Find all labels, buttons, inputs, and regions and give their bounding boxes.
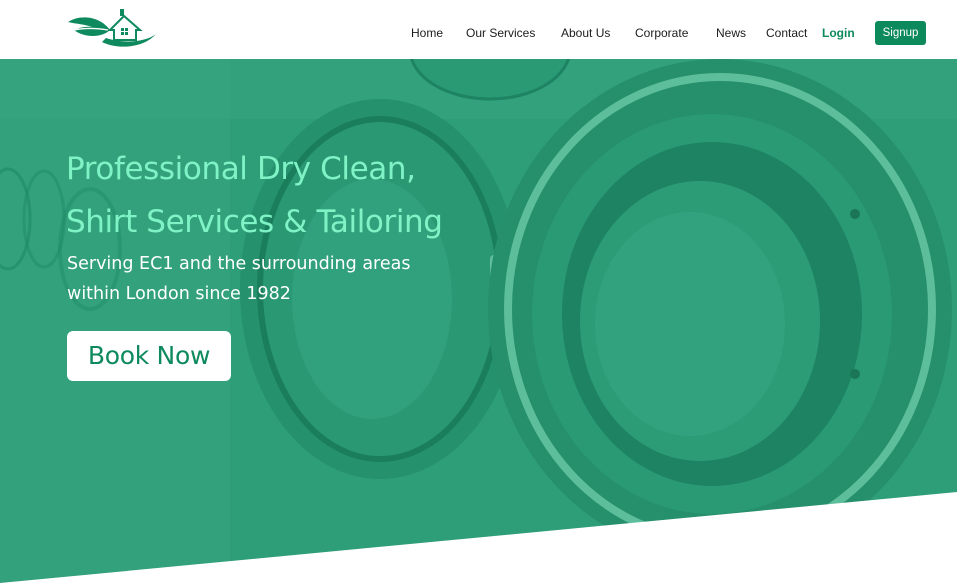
nav-home-link[interactable]: Home — [411, 26, 443, 40]
signup-button[interactable]: Signup — [875, 21, 926, 45]
hero-subtitle-line-1: Serving EC1 and the surrounding areas — [67, 254, 411, 274]
hero-diagonal-divider — [0, 492, 957, 583]
hero-section: Professional Dry Clean, Shirt Services &… — [0, 59, 957, 583]
nav-corporate-link[interactable]: Corporate — [635, 26, 688, 40]
nav-about-us-link[interactable]: About Us — [561, 26, 610, 40]
site-header: Home Our Services About Us Corporate New… — [0, 0, 957, 59]
hero-title: Professional Dry Clean, Shirt Services &… — [66, 143, 486, 249]
hero-title-line-2: Shirt Services & Tailoring — [66, 204, 443, 240]
login-link[interactable]: Login — [822, 26, 855, 40]
nav-contact-link[interactable]: Contact — [766, 26, 807, 40]
nav-news-link[interactable]: News — [716, 26, 746, 40]
nav-our-services-link[interactable]: Our Services — [466, 26, 535, 40]
hero-subtitle-line-2: within London since 1982 — [67, 284, 291, 304]
main-nav: Home Our Services About Us Corporate New… — [0, 0, 957, 59]
hero-subtitle: Serving EC1 and the surrounding areas wi… — [67, 249, 427, 309]
book-now-button[interactable]: Book Now — [67, 331, 231, 381]
hero-title-line-1: Professional Dry Clean, — [66, 151, 416, 187]
